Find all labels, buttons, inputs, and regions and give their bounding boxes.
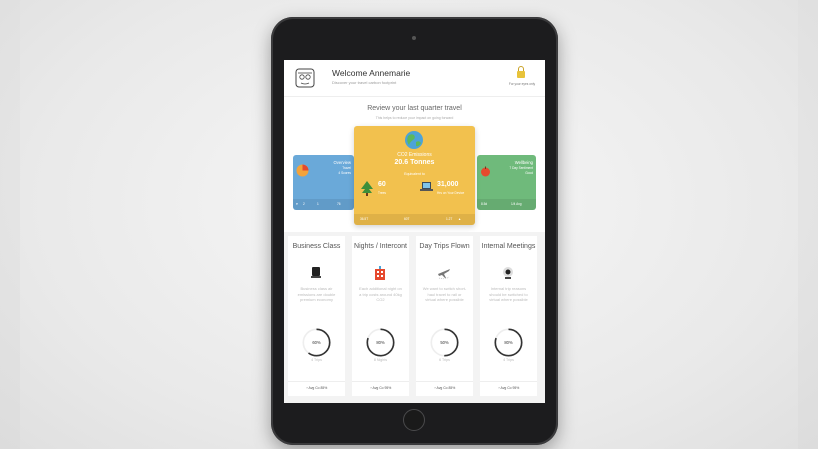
- wellbeing-foot-b: 1/4 Avg: [511, 202, 522, 206]
- plane-icon: [438, 269, 450, 280]
- hours-value: 31,000: [437, 181, 459, 188]
- trees-value: 60: [378, 181, 386, 188]
- metric-desc: We want to switch short-haul travel to r…: [422, 286, 467, 303]
- co2-title: CO2 Emissions: [397, 152, 432, 158]
- metric-title: Day Trips Flown: [419, 243, 470, 250]
- co2-value: 20.6 Tonnes: [394, 159, 435, 166]
- metric-columns: Business Class Business class air emissi…: [284, 232, 545, 403]
- overview-foot-a: 2: [303, 202, 305, 206]
- heart-icon: ♥: [296, 202, 298, 206]
- metric-footer: ◔ Avg Co 85%: [416, 381, 473, 393]
- wellbeing-footer: 8.5d 1/4 Avg: [477, 199, 536, 210]
- metric-desc: Each additional night on a trip costs ar…: [359, 286, 402, 303]
- overview-line2: 4 Scores: [338, 171, 351, 175]
- overview-title: Overview: [333, 160, 351, 165]
- lock-icon: [517, 66, 525, 78]
- wellbeing-line2: Good: [525, 171, 533, 175]
- progress-ring: 50%: [430, 328, 459, 357]
- warning-icon: ▲: [458, 216, 462, 221]
- webcam-icon: [503, 267, 513, 279]
- welcome-title: Welcome Annemarie: [332, 68, 411, 78]
- metric-footer-text: Avg Co 85%: [308, 386, 328, 390]
- app-header: Welcome Annemarie Discover your travel c…: [284, 60, 545, 97]
- progress-ring: 80%: [366, 328, 395, 357]
- co2-foot-c: 1.2T: [446, 217, 453, 221]
- review-title: Review your last quarter travel: [367, 105, 462, 112]
- overview-footer: ♥ 2 1 76: [293, 199, 354, 210]
- hotel-icon: [375, 266, 385, 280]
- progress-ring: 60%: [302, 328, 331, 357]
- wellbeing-foot-a: 8.5d: [481, 202, 488, 206]
- app-screen: Welcome Annemarie Discover your travel c…: [284, 60, 545, 403]
- metric-column-daytrips[interactable]: Day Trips Flown We want to switch short-…: [416, 236, 473, 396]
- metric-title: Business Class: [292, 243, 341, 250]
- pie-chart-icon: [296, 164, 309, 177]
- overview-card[interactable]: Overview Travel 4 Scores ♥ 2 1 76: [293, 155, 354, 210]
- progress-percent: 60%: [312, 340, 321, 345]
- metric-column-nights[interactable]: Nights / Intercont Each additional night…: [352, 236, 409, 396]
- review-subtitle: This helps to reduce your impact on goin…: [375, 116, 454, 120]
- metric-footer: ◔ Avg Co 85%: [288, 381, 345, 393]
- metric-count: 4 Trips: [503, 358, 514, 362]
- home-button[interactable]: [403, 409, 425, 431]
- metric-title: Internal Meetings: [481, 243, 536, 250]
- metric-count: 8 Nights: [373, 358, 388, 362]
- metric-column-business[interactable]: Business Class Business class air emissi…: [288, 236, 345, 396]
- overview-foot-b: 1: [317, 202, 319, 206]
- tree-icon: [361, 181, 373, 196]
- co2-equivalent: Equivalent to: [404, 172, 425, 176]
- co2-footer: 36.5T 60T 1.2T ▲: [354, 214, 475, 225]
- metric-footer: ◔ Avg Co 95%: [480, 381, 537, 393]
- wellbeing-title: Wellbeing: [514, 160, 533, 165]
- wellbeing-card[interactable]: Wellbeing 7 Day Sentiment Good 8.5d 1/4 …: [477, 155, 536, 210]
- metric-footer-text: Avg Co 85%: [436, 386, 456, 390]
- apple-icon: [481, 166, 490, 177]
- laptop-icon: [420, 182, 433, 191]
- privacy-label: For your eyes only: [508, 82, 536, 86]
- metric-count: 4 Trips: [311, 358, 322, 362]
- clock-icon: ◔: [497, 386, 500, 390]
- globe-icon: [405, 131, 423, 149]
- metric-count: 6 Trips: [439, 358, 450, 362]
- metric-column-meetings[interactable]: Internal Meetings Internal trip reasons …: [480, 236, 537, 396]
- metric-desc: Business class air emissions are double …: [297, 286, 336, 303]
- clock-icon: ◔: [305, 386, 308, 390]
- co2-foot-b: 60T: [404, 217, 410, 221]
- clock-icon: ◔: [369, 386, 372, 390]
- hours-label: Hrs on Your Device: [437, 191, 465, 195]
- trees-label: Trees: [378, 191, 387, 195]
- progress-ring: 80%: [494, 328, 523, 357]
- overview-foot-c: 76: [337, 202, 341, 206]
- progress-percent: 50%: [440, 340, 449, 345]
- welcome-subtitle: Discover your travel carbon footprint: [332, 80, 397, 85]
- co2-foot-a: 36.5T: [360, 217, 369, 221]
- overview-line1: Travel: [342, 166, 351, 170]
- wellbeing-line1: 7 Day Sentiment: [509, 166, 533, 170]
- progress-percent: 80%: [376, 340, 385, 345]
- avatar-icon[interactable]: [294, 67, 316, 89]
- metric-title: Nights / Intercont: [354, 243, 407, 250]
- seat-icon: [311, 267, 321, 278]
- co2-card[interactable]: CO2 Emissions 20.6 Tonnes Equivalent to …: [354, 126, 475, 225]
- metric-footer-text: Avg Co 95%: [500, 386, 520, 390]
- metric-footer-text: Avg Co 95%: [372, 386, 392, 390]
- metric-footer: ◔ Avg Co 95%: [352, 381, 409, 393]
- clock-icon: ◔: [433, 386, 436, 390]
- metric-desc: Internal trip reasons should be switched…: [489, 286, 528, 303]
- tablet-device: Welcome Annemarie Discover your travel c…: [271, 17, 558, 445]
- progress-percent: 80%: [504, 340, 513, 345]
- camera-dot: [412, 36, 416, 40]
